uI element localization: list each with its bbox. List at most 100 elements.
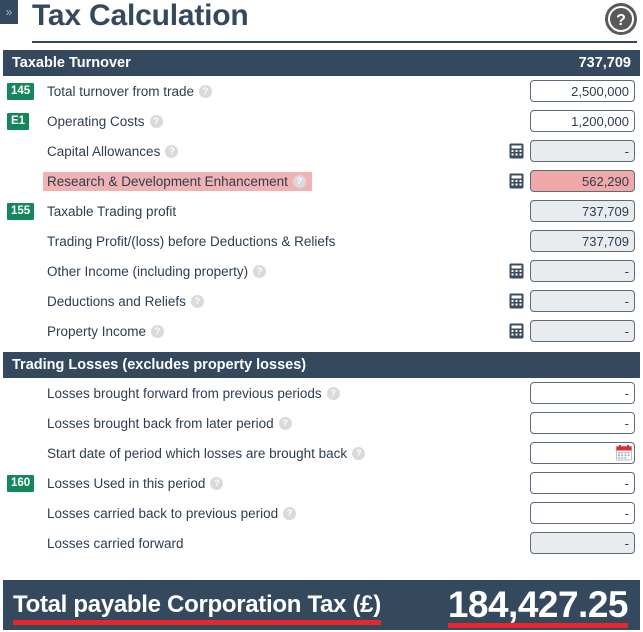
form-row: 145 Total turnover from trade? [3,76,640,106]
input-total-turnover-from-trade[interactable] [530,80,635,102]
box-number-badge: 160 [7,474,35,492]
label-wrap: Losses brought forward from previous per… [47,386,340,401]
help-icon[interactable]: ? [326,386,340,400]
calculator-icon[interactable] [509,143,524,159]
input-losses-brought-forward-from-previous-periods[interactable] [530,382,635,404]
label-wrap: Capital Allowances? [47,144,179,159]
form-row: 160 Losses Used in this period? [3,468,640,498]
row-label-cell: Losses Used in this period? [39,476,504,491]
help-icon[interactable]: ? [253,264,267,278]
help-icon[interactable]: ? [151,324,165,338]
help-icon[interactable]: ? [278,416,292,430]
row-label-deductions-and-reliefs: Deductions and Reliefs [47,293,186,309]
section-total-value: 737,709 [578,55,631,71]
row-label-total-turnover-from-trade: Total turnover from trade [47,83,195,99]
section-rows: Losses brought forward from previous per… [0,378,643,558]
row-value-cell [530,110,640,132]
row-label-cell: Trading Profit/(loss) before Deductions … [39,234,504,249]
row-badge-cell: 160 [3,474,39,492]
total-payable-bar: Total payable Corporation Tax (£) 184,42… [3,580,640,630]
row-label-property-income: Property Income [47,323,147,339]
row-label-cell: Losses carried back to previous period? [39,506,504,521]
row-label-operating-costs: Operating Costs [47,113,145,129]
calendar-icon[interactable] [616,445,632,461]
total-value-wrap: 184,427.25 [447,584,629,628]
label-wrap: Trading Profit/(loss) before Deductions … [47,234,335,249]
calculator-icon[interactable] [509,173,524,189]
input-trading-profit-before-deductions-and-reliefs [530,230,635,252]
label-wrap: Start date of period which losses are br… [47,446,366,461]
form-row: Losses brought forward from previous per… [3,378,640,408]
input-other-income-including-property [530,260,635,282]
row-label-cell: Capital Allowances? [39,144,504,159]
page-header: » Tax Calculation ? [0,0,643,46]
row-label-cell: Start date of period which losses are br… [39,446,504,461]
input-property-income [530,320,635,342]
row-value-cell [530,442,640,464]
section-header-bar: Taxable Turnover 737,709 [3,50,640,76]
calculator-icon[interactable] [509,263,524,279]
total-label-wrap: Total payable Corporation Tax (£) [13,591,381,625]
row-label-cell: Taxable Trading profit [39,204,504,219]
row-calculator-cell[interactable] [504,143,528,159]
input-operating-costs[interactable] [530,110,635,132]
row-calculator-cell[interactable] [504,263,528,279]
help-icon[interactable]: ? [283,506,297,520]
row-label-other-income-including-property: Other Income (including property) [47,263,249,279]
input-losses-used-in-this-period[interactable] [530,472,635,494]
row-calculator-cell[interactable] [504,173,528,189]
total-value-underline [447,623,628,628]
help-icon[interactable]: ? [210,476,224,490]
label-wrap: Losses carried forward [47,536,184,551]
sidebar-collapse-toggle[interactable]: » [0,0,18,24]
help-icon[interactable]: ? [352,446,366,460]
input-losses-carried-back-to-previous-period[interactable] [530,502,635,524]
help-icon[interactable]: ? [199,84,213,98]
form-row: Research & Development Enhancement? [3,166,640,196]
input-research-and-development-enhancement[interactable] [530,170,635,192]
row-label-cell: Losses brought back from later period? [39,416,504,431]
input-losses-brought-back-from-later-period[interactable] [530,412,635,434]
help-icon[interactable]: ? [149,114,163,128]
sections-container: Taxable Turnover 737,709 145 Total turnover… [0,46,643,558]
row-calculator-cell[interactable] [504,323,528,339]
row-label-research-and-development-enhancement: Research & Development Enhancement [47,173,288,189]
form-row: Other Income (including property)? [3,256,640,286]
help-icon[interactable]: ? [190,294,204,308]
total-payable-label: Total payable Corporation Tax (£) [13,591,381,618]
row-value-cell [530,472,640,494]
row-value-cell [530,320,640,342]
form-row: Losses brought back from later period? [3,408,640,438]
row-calculator-cell[interactable] [504,293,528,309]
row-label-cell: Operating Costs? [39,114,504,129]
form-row: Start date of period which losses are br… [3,438,640,468]
label-wrap: Losses carried back to previous period? [47,505,297,521]
row-label-losses-carried-back-to-previous-period: Losses carried back to previous period [47,505,279,521]
row-badge-cell: 155 [3,202,39,220]
row-value-cell [530,532,640,554]
form-row: 155 Taxable Trading profit [3,196,640,226]
row-label-cell: Property Income? [39,324,504,339]
label-wrap: Losses brought back from later period? [47,416,292,431]
row-label-losses-brought-forward-from-previous-periods: Losses brought forward from previous per… [47,385,322,401]
row-badge-cell: E1 [3,112,39,130]
page-title: Tax Calculation [32,0,249,32]
section-header-bar: Trading Losses (excludes property losses… [3,352,640,378]
row-label-cell: Losses brought forward from previous per… [39,386,504,401]
help-circle-icon[interactable]: ? [605,3,637,35]
row-value-cell [530,230,640,252]
section-title: Taxable Turnover [12,55,131,71]
row-label-trading-profit-before-deductions-and-reliefs: Trading Profit/(loss) before Deductions … [47,233,336,249]
row-value-cell [530,502,640,524]
row-value-cell [530,80,640,102]
row-value-cell [530,412,640,434]
total-payable-value: 184,427.25 [447,584,629,625]
calculator-icon[interactable] [509,293,524,309]
label-wrap: Research & Development Enhancement? [43,171,312,191]
form-row: E1 Operating Costs? [3,106,640,136]
input-capital-allowances [530,140,635,162]
help-icon[interactable]: ? [292,174,306,188]
calculator-icon[interactable] [509,323,524,339]
help-icon[interactable]: ? [165,144,179,158]
svg-text:?: ? [616,12,626,29]
